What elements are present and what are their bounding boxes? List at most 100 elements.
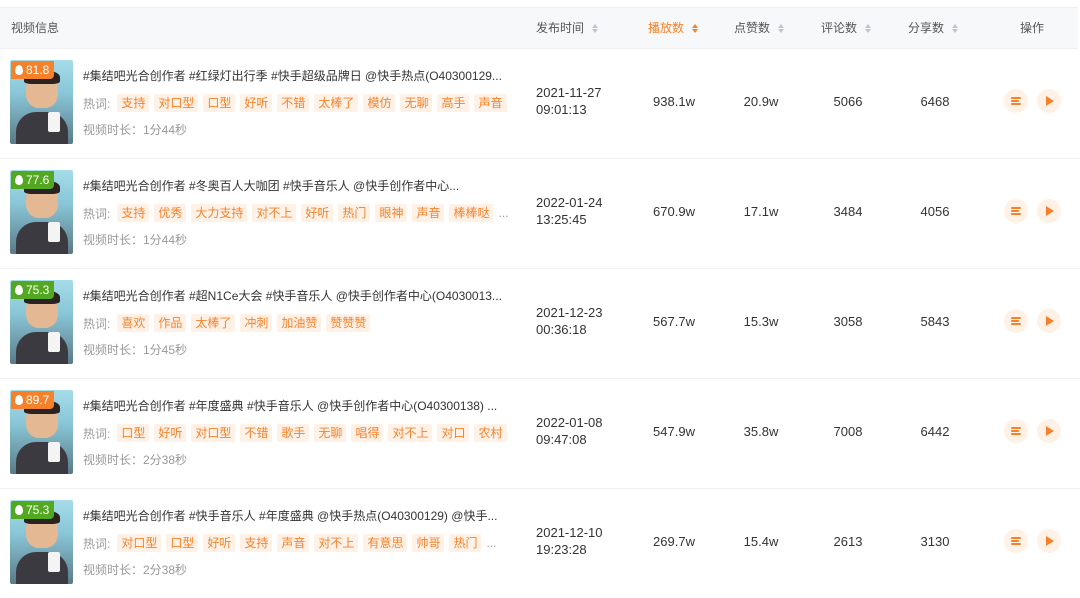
- hot-word-tag[interactable]: 赞赞赞: [326, 314, 371, 332]
- hot-words-label: 热词:: [83, 96, 111, 111]
- hot-word-tag[interactable]: 支持: [240, 534, 273, 552]
- video-title[interactable]: #集结吧光合创作者 #年度盛典 #快手音乐人 @快手创作者中心(O4030013…: [83, 397, 523, 414]
- col-likes[interactable]: 点赞数: [734, 8, 785, 48]
- hot-word-tag[interactable]: 支持: [117, 204, 150, 222]
- hot-word-tag[interactable]: 不错: [277, 94, 310, 112]
- play-button[interactable]: [1037, 89, 1061, 113]
- hot-word-tag[interactable]: 支持: [117, 94, 150, 112]
- publish-datetime: 2021-11-27 09:01:13: [536, 84, 602, 118]
- video-duration: 视频时长：2分38秒: [83, 453, 188, 467]
- hot-word-tag[interactable]: 棒棒哒: [449, 204, 494, 222]
- hot-word-tag[interactable]: 歌手: [277, 424, 310, 442]
- hot-word-tag[interactable]: 对口型: [191, 424, 236, 442]
- publish-datetime: 2021-12-10 19:23:28: [536, 524, 603, 558]
- sort-icon[interactable]: [952, 23, 959, 33]
- hot-words: 热词: 支持 优秀 大力支持 对不上 好听 热门 眼神 声音 棒棒哒...: [83, 203, 523, 223]
- shares-value: 3130: [920, 534, 950, 549]
- hot-word-tag[interactable]: 声音: [474, 94, 507, 112]
- score-badge: 77.6: [11, 171, 55, 189]
- hot-word-tag[interactable]: 热门: [338, 204, 371, 222]
- col-publish-time[interactable]: 发布时间: [536, 8, 599, 48]
- play-button[interactable]: [1037, 419, 1061, 443]
- detail-button[interactable]: [1004, 309, 1028, 333]
- hot-word-tag[interactable]: 眼神: [375, 204, 408, 222]
- comments-value: 3484: [833, 204, 863, 219]
- hot-word-tag[interactable]: 对口型: [117, 534, 162, 552]
- table-row: 89.7 #集结吧光合创作者 #年度盛典 #快手音乐人 @快手创作者中心(O40…: [0, 378, 1080, 489]
- score-badge: 75.3: [11, 501, 55, 519]
- hot-word-tag[interactable]: 模仿: [363, 94, 396, 112]
- sort-icon[interactable]: [692, 23, 699, 33]
- hot-word-tag[interactable]: 加油赞: [277, 314, 322, 332]
- hot-word-tag[interactable]: 太棒了: [314, 94, 359, 112]
- plays-value: 269.7w: [653, 534, 695, 549]
- comments-value: 2613: [833, 534, 863, 549]
- hot-word-tag[interactable]: 高手: [437, 94, 470, 112]
- detail-button[interactable]: [1004, 529, 1028, 553]
- video-duration: 视频时长：2分38秒: [83, 563, 188, 577]
- table-row: 81.8 #集结吧光合创作者 #红绿灯出行季 #快手超级品牌日 @快手热点(O4…: [0, 48, 1080, 159]
- video-title[interactable]: #集结吧光合创作者 #红绿灯出行季 #快手超级品牌日 @快手热点(O403001…: [83, 67, 523, 84]
- play-icon: [1046, 426, 1054, 436]
- hot-word-tag[interactable]: 有意思: [363, 534, 408, 552]
- col-shares[interactable]: 分享数: [908, 8, 959, 48]
- hot-word-tag[interactable]: 热门: [449, 534, 482, 552]
- sort-icon[interactable]: [778, 23, 785, 33]
- hot-word-tag[interactable]: 无聊: [400, 94, 433, 112]
- col-publish-time-label: 发布时间: [536, 21, 585, 35]
- hot-word-tag[interactable]: 好听: [301, 204, 334, 222]
- col-plays[interactable]: 播放数: [648, 8, 699, 48]
- hot-words-label: 热词:: [83, 536, 111, 551]
- hot-word-tag[interactable]: 唱得: [351, 424, 384, 442]
- play-button[interactable]: [1037, 309, 1061, 333]
- hot-word-tag[interactable]: 太棒了: [191, 314, 236, 332]
- plays-value: 938.1w: [653, 94, 695, 109]
- likes-value: 15.4w: [743, 534, 779, 549]
- hot-word-tag[interactable]: 对不上: [314, 534, 359, 552]
- hot-word-tag[interactable]: 无聊: [314, 424, 347, 442]
- hot-word-tag[interactable]: 好听: [240, 94, 273, 112]
- detail-button[interactable]: [1004, 199, 1028, 223]
- shares-value: 6468: [920, 94, 950, 109]
- hot-word-tag[interactable]: 对口: [437, 424, 470, 442]
- hot-word-tag[interactable]: 对不上: [388, 424, 433, 442]
- hot-word-tag[interactable]: 口型: [203, 94, 236, 112]
- table-row: 75.3 #集结吧光合创作者 #快手音乐人 #年度盛典 @快手热点(O40300…: [0, 488, 1080, 598]
- hot-word-tag[interactable]: 大力支持: [191, 204, 248, 222]
- hot-word-tag[interactable]: 农村: [474, 424, 507, 442]
- comments-value: 5066: [833, 94, 863, 109]
- hot-word-tag[interactable]: 对口型: [154, 94, 199, 112]
- video-title[interactable]: #集结吧光合创作者 #超N1Ce大会 #快手音乐人 @快手创作者中心(O4030…: [83, 287, 523, 304]
- publish-date: 2021-12-23: [536, 305, 603, 320]
- comments-value: 3058: [833, 314, 863, 329]
- hot-word-tag[interactable]: 好听: [203, 534, 236, 552]
- video-title[interactable]: #集结吧光合创作者 #冬奥百人大咖团 #快手音乐人 @快手创作者中心...: [83, 177, 523, 194]
- more-ellipsis: ...: [486, 536, 497, 550]
- hot-word-tag[interactable]: 好听: [154, 424, 187, 442]
- play-icon: [1046, 206, 1054, 216]
- detail-button[interactable]: [1004, 89, 1028, 113]
- hot-word-tag[interactable]: 帅哥: [412, 534, 445, 552]
- publish-time: 09:47:08: [536, 432, 587, 447]
- video-duration: 视频时长：1分44秒: [83, 233, 188, 247]
- hot-word-tag[interactable]: 不错: [240, 424, 273, 442]
- play-button[interactable]: [1037, 199, 1061, 223]
- likes-value: 20.9w: [743, 94, 779, 109]
- detail-button[interactable]: [1004, 419, 1028, 443]
- hot-word-tag[interactable]: 声音: [412, 204, 445, 222]
- sort-icon[interactable]: [865, 23, 872, 33]
- video-title[interactable]: #集结吧光合创作者 #快手音乐人 #年度盛典 @快手热点(O40300129) …: [83, 507, 523, 524]
- hot-word-tag[interactable]: 口型: [117, 424, 150, 442]
- hot-word-tag[interactable]: 对不上: [252, 204, 297, 222]
- hot-word-tag[interactable]: 冲刺: [240, 314, 273, 332]
- sort-icon[interactable]: [592, 23, 599, 33]
- hot-word-tag[interactable]: 喜欢: [117, 314, 150, 332]
- table-row: 77.6 #集结吧光合创作者 #冬奥百人大咖团 #快手音乐人 @快手创作者中心.…: [0, 158, 1080, 269]
- list-icon: [1011, 317, 1021, 325]
- hot-word-tag[interactable]: 口型: [166, 534, 199, 552]
- hot-word-tag[interactable]: 作品: [154, 314, 187, 332]
- hot-word-tag[interactable]: 声音: [277, 534, 310, 552]
- hot-word-tag[interactable]: 优秀: [154, 204, 187, 222]
- play-button[interactable]: [1037, 529, 1061, 553]
- col-comments[interactable]: 评论数: [821, 8, 872, 48]
